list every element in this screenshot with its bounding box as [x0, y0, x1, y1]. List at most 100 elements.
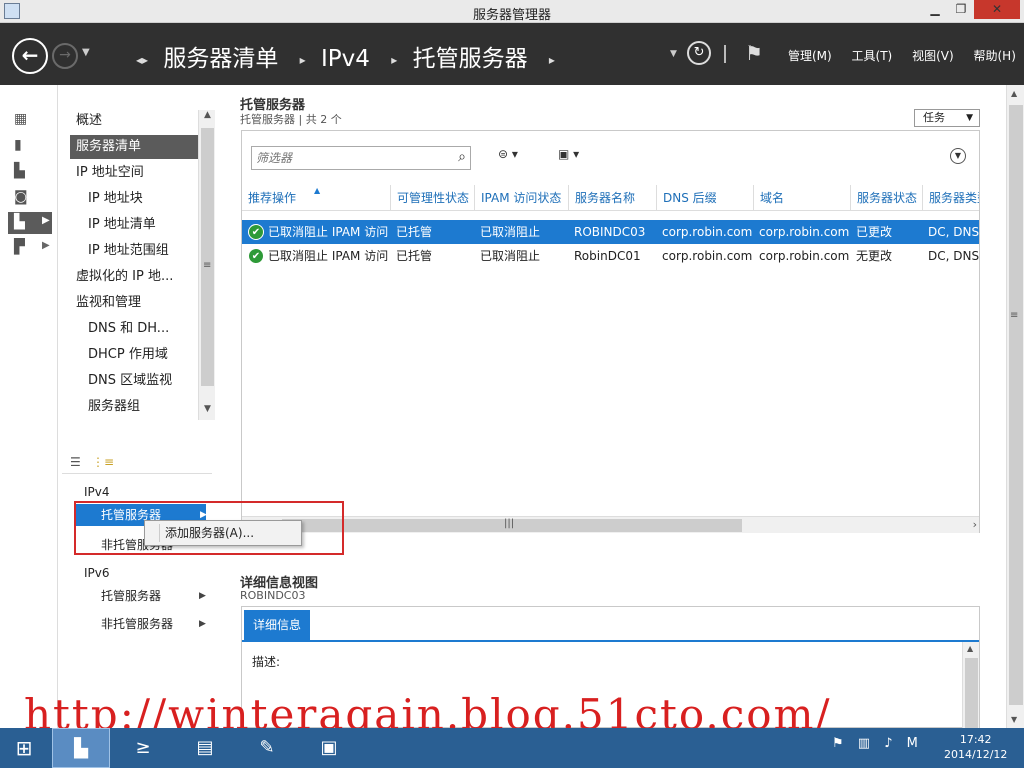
tree-item-ipv6-unhosted-servers[interactable]: 非托管服务器 ▶: [101, 613, 211, 635]
tab-details[interactable]: 详细信息: [244, 610, 310, 640]
back-button[interactable]: ←: [12, 38, 48, 74]
scroll-down-icon[interactable]: ▼: [199, 404, 216, 420]
column-header-dns-suffix[interactable]: DNS 后缀: [656, 185, 753, 211]
grid-header: 推荐操作 ▲ 可管理性状态 IPAM 访问状态 服务器名称 DNS 后缀 域名 服…: [242, 185, 979, 211]
minimize-button[interactable]: ▁: [922, 0, 948, 19]
list-options-icon[interactable]: ⊜ ▾: [498, 147, 518, 161]
save-query-icon[interactable]: ▣ ▾: [558, 147, 579, 161]
column-header-manageability[interactable]: 可管理性状态: [390, 185, 474, 211]
network-icon[interactable]: ▥: [858, 736, 870, 751]
scroll-up-icon[interactable]: ▲: [1011, 89, 1017, 98]
cell-recommended-action: 已取消阻止 IPAM 访问: [268, 225, 389, 239]
hosted-servers-subtitle: 托管服务器 | 共 2 个: [240, 113, 342, 126]
nav-item-label: IP 地址空间: [76, 165, 144, 180]
menu-help[interactable]: 帮助(H): [973, 49, 1015, 63]
nav-item-ip-address-blocks[interactable]: IP 地址块: [82, 187, 198, 211]
menu-manage[interactable]: 管理(M): [788, 49, 832, 63]
notifications-flag-icon[interactable]: ⚑: [745, 41, 763, 65]
search-icon[interactable]: ⌕: [458, 149, 466, 165]
scroll-thumb[interactable]: [201, 128, 214, 386]
dashboard-icon: ▦: [14, 111, 28, 127]
strip-item-dashboard[interactable]: ▦: [8, 109, 52, 131]
maximize-button[interactable]: ❐: [948, 0, 974, 19]
nav-item-ip-address-range-groups[interactable]: IP 地址范围组: [82, 239, 198, 263]
grid-horizontal-scrollbar[interactable]: ||| ›: [242, 516, 979, 533]
menu-item-add-server[interactable]: 添加服务器(A)...: [165, 521, 254, 545]
taskbar-server-manager-icon[interactable]: ▙: [52, 728, 110, 768]
taskbar-powershell-icon[interactable]: ≥: [114, 728, 172, 768]
scroll-thumb[interactable]: [1009, 105, 1023, 705]
scroll-down-icon[interactable]: ▼: [1011, 715, 1017, 724]
ime-indicator[interactable]: M: [907, 736, 918, 751]
tree-item-ipv6-hosted-servers[interactable]: 托管服务器 ▶: [101, 585, 211, 607]
refresh-dropdown-icon[interactable]: ▼: [670, 49, 677, 59]
menu-view[interactable]: 视图(V): [912, 49, 954, 63]
strip-item-ipam[interactable]: ▙ ▶: [8, 212, 52, 234]
tree-item-label: 托管服务器: [101, 589, 162, 603]
nav-item-ip-address-inventory[interactable]: IP 地址清单: [82, 213, 198, 237]
column-header-domain[interactable]: 域名: [753, 185, 850, 211]
nav-item-overview[interactable]: 概述: [70, 109, 198, 133]
nav-item-server-inventory[interactable]: 服务器清单: [70, 135, 198, 159]
scroll-right-icon[interactable]: ›: [973, 518, 977, 531]
forward-button[interactable]: →: [52, 43, 78, 69]
table-row[interactable]: ✔ 已取消阻止 IPAM 访问 已托管 已取消阻止 ROBINDC03 corp…: [242, 220, 979, 244]
expand-collapse-icon[interactable]: ▼: [950, 148, 966, 164]
details-scrollbar[interactable]: ▲: [962, 642, 979, 728]
scroll-up-icon[interactable]: ▲: [199, 110, 216, 126]
nav-item-label: DNS 和 DH...: [88, 321, 170, 336]
volume-muted-icon[interactable]: ♪: [884, 736, 892, 751]
scroll-thumb[interactable]: |||: [282, 518, 742, 532]
nav-scrollbar[interactable]: ▲ ≡ ▼: [198, 110, 215, 420]
tab-underline: [242, 640, 979, 642]
tasks-label: 任务: [923, 111, 945, 124]
nav-item-dhcp-scopes[interactable]: DHCP 作用域: [82, 343, 198, 367]
breadcrumb-item-server-inventory[interactable]: 服务器清单: [163, 46, 278, 72]
tree-item-ipv4[interactable]: IPv4: [84, 481, 110, 503]
scroll-thumb[interactable]: [965, 658, 978, 728]
clock[interactable]: 17:42 2014/12/12: [944, 732, 1007, 762]
strip-item-all-servers[interactable]: ▙: [8, 161, 52, 183]
tree-item-ipv6[interactable]: IPv6: [84, 562, 110, 584]
history-dropdown-icon[interactable]: ▼: [82, 47, 90, 58]
tree-view-icon[interactable]: ⋮≡: [92, 455, 114, 469]
table-row[interactable]: ✔ 已取消阻止 IPAM 访问 已托管 已取消阻止 RobinDC01 corp…: [242, 244, 979, 268]
nav-item-ip-address-space[interactable]: IP 地址空间: [70, 161, 198, 185]
column-header-server-type[interactable]: 服务器类型: [922, 185, 979, 211]
column-header-ipam-access[interactable]: IPAM 访问状态: [474, 185, 568, 211]
chevron-right-icon: ▶: [199, 591, 206, 601]
nav-item-label: IP 地址清单: [88, 217, 156, 232]
scroll-up-icon[interactable]: ▲: [967, 644, 973, 653]
column-header-recommended-action[interactable]: 推荐操作 ▲: [242, 185, 390, 211]
strip-item-local-server[interactable]: ▮: [8, 135, 52, 157]
nav-item-dns-dhcp-servers[interactable]: DNS 和 DH...: [82, 317, 198, 341]
cell-server-name: ROBINDC03: [574, 225, 646, 239]
refresh-icon[interactable]: ↻: [687, 41, 712, 65]
column-header-server-name[interactable]: 服务器名称: [568, 185, 656, 211]
taskbar-ipam-console-icon[interactable]: ▣: [300, 728, 358, 768]
breadcrumb-item-ipv4[interactable]: IPv4: [321, 46, 370, 72]
nav-item-monitor-manage[interactable]: 监视和管理: [70, 291, 198, 315]
system-tray: ⚑ ▥ ♪ M: [832, 736, 928, 751]
column-header-server-status[interactable]: 服务器状态: [850, 185, 922, 211]
breadcrumb-item-hosted-servers[interactable]: 托管服务器: [413, 46, 528, 72]
list-view-icon[interactable]: ☰: [70, 455, 81, 469]
nav-item-virtualized-ip[interactable]: 虚拟化的 IP 地...: [70, 265, 198, 289]
main-vertical-scrollbar[interactable]: ▲ ≡ ▼: [1006, 85, 1024, 728]
taskbar-paint-icon[interactable]: ✎: [238, 728, 296, 768]
tasks-dropdown[interactable]: 任务 ▼: [914, 109, 980, 127]
action-center-flag-icon[interactable]: ⚑: [832, 736, 844, 751]
start-windows-icon[interactable]: ⊞: [0, 728, 48, 768]
strip-item-file-services[interactable]: ◙: [8, 187, 52, 209]
nav-item-server-groups[interactable]: 服务器组: [82, 395, 198, 419]
filter-input[interactable]: [252, 147, 442, 169]
cell-server-type: DC, DNS: [928, 225, 979, 239]
refresh-group: ▼ ↻: [670, 41, 712, 65]
nav-item-dns-zone-monitoring[interactable]: DNS 区域监视: [82, 369, 198, 393]
menu-tools[interactable]: 工具(T): [852, 49, 893, 63]
clock-time: 17:42: [959, 733, 992, 746]
strip-item-other-role[interactable]: ▛ ▶: [8, 237, 52, 259]
menu-gutter: [159, 524, 160, 542]
close-button[interactable]: ✕: [974, 0, 1020, 19]
taskbar-file-explorer-icon[interactable]: ▤: [176, 728, 234, 768]
